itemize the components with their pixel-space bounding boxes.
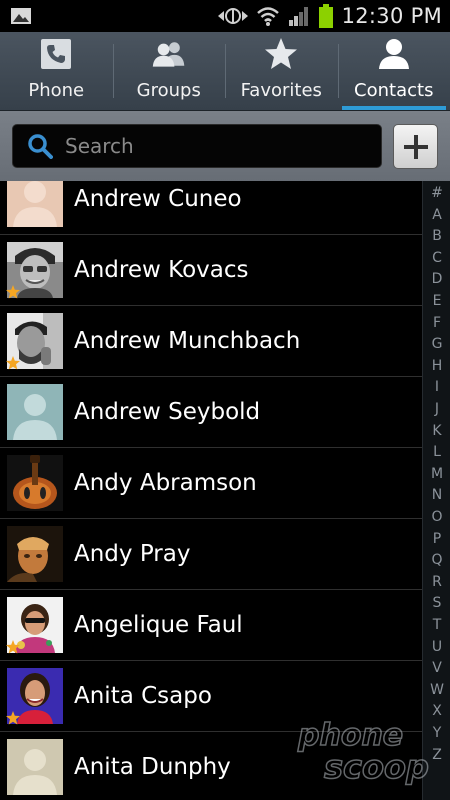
- default-avatar: [7, 181, 63, 227]
- index-letter[interactable]: A: [423, 204, 450, 226]
- contact-name: Anita Dunphy: [74, 754, 231, 780]
- contact-photo: [7, 455, 63, 511]
- search-row: [0, 111, 450, 181]
- tab-bar: Phone Groups Favorites Contacts: [0, 32, 450, 111]
- contact-row[interactable]: Andy Pray: [0, 519, 422, 590]
- index-letter[interactable]: E: [423, 290, 450, 312]
- index-letter[interactable]: #: [423, 182, 450, 204]
- tab-contacts[interactable]: Contacts: [337, 32, 450, 110]
- contact-name: Andrew Kovacs: [74, 257, 249, 283]
- index-letter[interactable]: I: [423, 376, 450, 398]
- index-letter[interactable]: J: [423, 398, 450, 420]
- tab-label: Phone: [28, 80, 85, 101]
- contact-name: Andy Pray: [74, 541, 191, 567]
- index-letter[interactable]: Z: [423, 744, 450, 766]
- index-letter[interactable]: R: [423, 571, 450, 593]
- clock-time: 12:30 PM: [341, 4, 442, 28]
- contact-name: Andy Abramson: [74, 470, 257, 496]
- tab-favorites[interactable]: Favorites: [225, 32, 338, 110]
- groups-icon: [151, 36, 187, 72]
- battery-icon: [318, 4, 333, 28]
- plus-icon: [403, 134, 428, 159]
- contact-row[interactable]: Andrew Kovacs: [0, 235, 422, 306]
- index-letter[interactable]: O: [423, 506, 450, 528]
- contact-name: Andrew Seybold: [74, 399, 261, 425]
- index-letter[interactable]: Y: [423, 722, 450, 744]
- contact-list[interactable]: Andrew Cuneo Andrew Kovacs Andrew Munchb…: [0, 181, 422, 800]
- index-letter[interactable]: X: [423, 700, 450, 722]
- index-letter[interactable]: Q: [423, 549, 450, 571]
- index-letter[interactable]: U: [423, 636, 450, 658]
- favorite-star-icon: [6, 356, 20, 370]
- index-letter[interactable]: D: [423, 268, 450, 290]
- alphabet-index-bar[interactable]: # A B C D E F G H I J K L M N O P Q R S T U V W X Y Z: [422, 181, 450, 800]
- index-letter[interactable]: N: [423, 484, 450, 506]
- signal-icon: [288, 7, 308, 26]
- index-letter[interactable]: M: [423, 463, 450, 485]
- index-letter[interactable]: F: [423, 312, 450, 334]
- contact-row[interactable]: Andrew Seybold: [0, 377, 422, 448]
- contact-name: Andrew Munchbach: [74, 328, 301, 354]
- data-sync-icon: [217, 8, 248, 24]
- contact-row[interactable]: Andrew Munchbach: [0, 306, 422, 377]
- status-bar: 12:30 PM: [0, 0, 450, 32]
- index-letter[interactable]: P: [423, 528, 450, 550]
- index-letter[interactable]: V: [423, 657, 450, 679]
- contact-row[interactable]: Angelique Faul: [0, 590, 422, 661]
- index-letter[interactable]: C: [423, 247, 450, 269]
- wifi-icon: [256, 7, 279, 26]
- favorite-star-icon: [6, 285, 20, 299]
- search-input[interactable]: [65, 134, 345, 158]
- index-letter[interactable]: L: [423, 441, 450, 463]
- contact-row[interactable]: Andrew Cuneo: [0, 181, 422, 235]
- index-letter[interactable]: K: [423, 420, 450, 442]
- tab-label: Contacts: [354, 80, 434, 101]
- contact-name: Andrew Cuneo: [74, 186, 242, 212]
- index-letter[interactable]: G: [423, 333, 450, 355]
- tab-label: Groups: [136, 80, 201, 101]
- index-letter[interactable]: T: [423, 614, 450, 636]
- index-letter[interactable]: B: [423, 225, 450, 247]
- phone-icon: [38, 36, 74, 72]
- index-letter[interactable]: S: [423, 592, 450, 614]
- search-box[interactable]: [12, 124, 382, 168]
- index-letter[interactable]: H: [423, 355, 450, 377]
- favorite-star-icon: [6, 640, 20, 654]
- default-avatar: [7, 739, 63, 795]
- gallery-notification-icon: [11, 8, 31, 24]
- tab-phone[interactable]: Phone: [0, 32, 113, 110]
- contact-name: Anita Csapo: [74, 683, 212, 709]
- contact-row[interactable]: Andy Abramson: [0, 448, 422, 519]
- tab-groups[interactable]: Groups: [112, 32, 226, 110]
- contact-row[interactable]: Anita Dunphy: [0, 732, 422, 800]
- contact-photo: [7, 526, 63, 582]
- tab-label: Favorites: [240, 80, 322, 101]
- add-contact-button[interactable]: [393, 124, 438, 169]
- search-icon: [28, 134, 53, 159]
- default-avatar: [7, 384, 63, 440]
- contact-name: Angelique Faul: [74, 612, 243, 638]
- star-icon: [263, 36, 299, 72]
- contact-row[interactable]: Anita Csapo: [0, 661, 422, 732]
- favorite-star-icon: [6, 711, 20, 725]
- index-letter[interactable]: W: [423, 679, 450, 701]
- contact-person-icon: [376, 36, 412, 72]
